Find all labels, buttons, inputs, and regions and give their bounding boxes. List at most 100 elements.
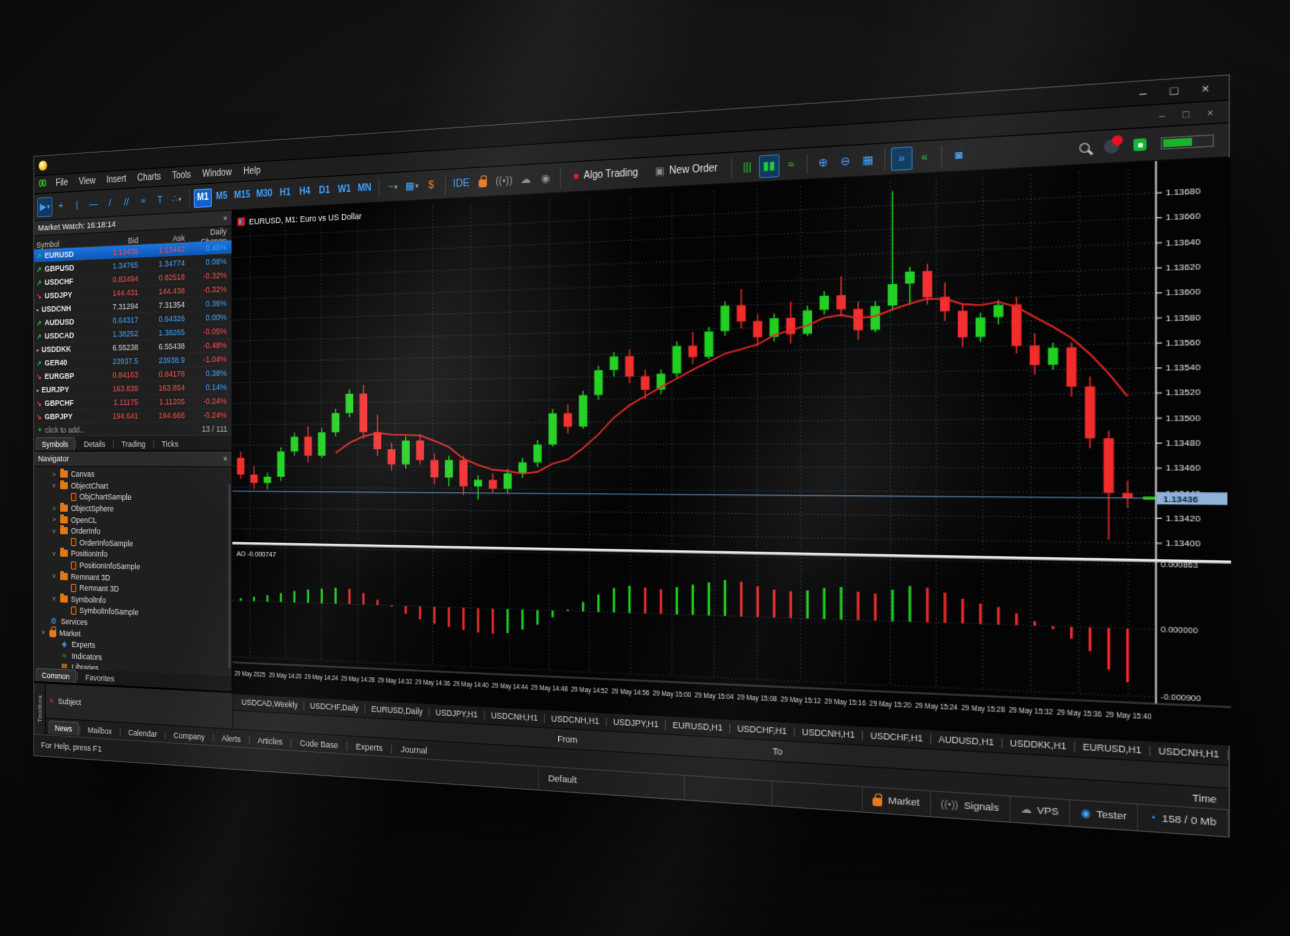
- dropdown-arrow-icon[interactable]: ▾: [179, 195, 182, 203]
- candlestick-chart-icon[interactable]: ▮▮: [758, 153, 780, 178]
- market-watch-close-icon[interactable]: ×: [223, 214, 227, 224]
- tab-details[interactable]: Details: [78, 437, 112, 451]
- subject-column-header[interactable]: Subject: [58, 697, 81, 707]
- bar-chart-icon[interactable]: |||: [737, 155, 757, 179]
- menu-view[interactable]: View: [73, 174, 101, 189]
- menu-window[interactable]: Window: [197, 165, 238, 181]
- chart-tab-13[interactable]: EURUSD,H1: [1076, 741, 1149, 756]
- zoom-out-icon[interactable]: ⊖: [835, 149, 856, 173]
- chart-tab-6[interactable]: USDJPY,H1: [607, 716, 664, 730]
- chart-tab-1[interactable]: USDCHF,Daily: [305, 701, 364, 714]
- screenshot-icon[interactable]: ◙: [947, 142, 969, 167]
- timeframe-m1[interactable]: M1: [193, 187, 212, 208]
- horizontal-line-tool[interactable]: —: [86, 193, 102, 214]
- menu-charts[interactable]: Charts: [132, 170, 167, 186]
- close-button[interactable]: ×: [1190, 77, 1222, 102]
- menu-file[interactable]: File: [50, 176, 73, 191]
- timeframe-h4[interactable]: H4: [295, 182, 314, 202]
- line-chart-icon[interactable]: ≈: [780, 152, 801, 176]
- minimize-button[interactable]: –: [1127, 81, 1158, 105]
- market-watch-add-row[interactable]: + click to add... 13 / 111: [34, 422, 232, 437]
- timeframe-h1[interactable]: H1: [276, 183, 295, 203]
- navigator-close-icon[interactable]: ×: [223, 454, 227, 463]
- toolbox-tab-company[interactable]: Company: [167, 727, 211, 744]
- menu-insert[interactable]: Insert: [101, 172, 132, 188]
- new-order-button[interactable]: ▣ New Order: [647, 157, 726, 184]
- channel-tool[interactable]: //: [118, 192, 134, 213]
- toolbox-tab-articles[interactable]: Articles: [251, 732, 289, 748]
- shift-end-icon[interactable]: »: [890, 145, 913, 171]
- chevron-right-icon[interactable]: >: [51, 504, 57, 512]
- chevron-down-icon[interactable]: v: [51, 572, 57, 580]
- price-chart[interactable]: 29 May 2025 29 May 14:20 29 May 14:24 29 Ma…: [232, 157, 1232, 746]
- chart-objects-icon[interactable]: ▦ ▾: [402, 175, 421, 197]
- chart-tab-12[interactable]: USDDKK,H1: [1003, 737, 1073, 752]
- status-button-vps[interactable]: ☁ VPS: [1010, 796, 1071, 826]
- text-tool[interactable]: T: [152, 190, 168, 211]
- chevron-right-icon[interactable]: >: [51, 470, 57, 478]
- chevron-down-icon[interactable]: v: [51, 481, 57, 489]
- navigator-header[interactable]: Navigator ×: [34, 451, 232, 468]
- toolbox-tab-mailbox[interactable]: Mailbox: [82, 722, 119, 738]
- chart-tab-5[interactable]: USDCNH,H1: [546, 713, 605, 727]
- signals-icon[interactable]: ((•)): [493, 169, 516, 192]
- vps-cloud-icon[interactable]: ☁: [516, 168, 535, 191]
- chart-tab-9[interactable]: USDCNH,H1: [796, 726, 862, 740]
- chart-tab-4[interactable]: USDCNH,H1: [485, 710, 543, 723]
- child-restore-button[interactable]: □: [1175, 108, 1197, 121]
- tab-symbols[interactable]: Symbols: [35, 437, 75, 451]
- metaeditor-ide-icon[interactable]: IDE: [450, 172, 472, 195]
- dropdown-arrow-icon[interactable]: ▾: [415, 182, 418, 190]
- timeframe-w1[interactable]: W1: [335, 180, 354, 200]
- crosshair-tool[interactable]: +: [53, 195, 68, 216]
- status-button-market[interactable]: Market: [863, 787, 931, 817]
- community-search-icon[interactable]: ◉: [536, 167, 555, 190]
- chart-tab-3[interactable]: USDJPY,H1: [430, 707, 483, 720]
- timeframe-m30[interactable]: M30: [254, 184, 275, 204]
- search-icon[interactable]: [1079, 142, 1090, 154]
- toolbox-tab-journal[interactable]: Journal: [394, 741, 435, 758]
- timeframe-d1[interactable]: D1: [315, 181, 334, 201]
- chart-tab-11[interactable]: AUDUSD,H1: [932, 733, 1001, 748]
- shapes-tool[interactable]: ∴ ▾: [169, 189, 185, 210]
- menu-tools[interactable]: Tools: [166, 168, 196, 184]
- chart-tab-14[interactable]: USDCNH,H1: [1151, 745, 1226, 760]
- chart-area[interactable]: 29 May 2025 29 May 14:20 29 May 14:24 29 Ma…: [232, 157, 1232, 746]
- menu-help[interactable]: Help: [238, 164, 267, 180]
- chevron-down-icon[interactable]: v: [51, 549, 57, 557]
- pointer-tool[interactable]: ▶ ▾: [37, 196, 53, 217]
- notifications-icon[interactable]: [1103, 138, 1120, 154]
- community-icon[interactable]: [1133, 138, 1147, 152]
- tile-windows-icon[interactable]: ▦: [857, 148, 878, 173]
- algo-trading-button[interactable]: ■ Algo Trading: [565, 161, 646, 188]
- chart-tab-0[interactable]: USDCAD,Weekly: [237, 697, 303, 710]
- chart-tab-10[interactable]: USDCHF,H1: [864, 730, 929, 744]
- toolbox-tab-alerts[interactable]: Alerts: [215, 730, 247, 746]
- indicators-icon[interactable]: ~ ▾: [384, 176, 402, 198]
- toolbox-close-icon[interactable]: ×: [49, 696, 53, 705]
- dropdown-arrow-icon[interactable]: ▾: [394, 183, 397, 191]
- toolbox-tab-experts[interactable]: Experts: [349, 738, 390, 755]
- toolbox-tab-calendar[interactable]: Calendar: [122, 725, 164, 741]
- zoom-in-icon[interactable]: ⊕: [813, 150, 834, 174]
- trendline-tool[interactable]: /: [102, 193, 118, 214]
- child-close-button[interactable]: ×: [1199, 106, 1221, 119]
- toolbox-tab-news[interactable]: News: [48, 720, 79, 736]
- market-watch-row-gbpjpy[interactable]: ↘ GBPJPY 194.641 194.666 -0.24%: [34, 408, 232, 424]
- restore-button[interactable]: □: [1158, 79, 1189, 104]
- tab-trading[interactable]: Trading: [115, 437, 152, 451]
- chevron-down-icon[interactable]: v: [51, 594, 57, 602]
- timeframe-m15[interactable]: M15: [232, 186, 253, 206]
- timeframe-m5[interactable]: M5: [213, 187, 231, 207]
- chevron-down-icon[interactable]: v: [51, 527, 57, 535]
- status-button-tester[interactable]: ◉ Tester: [1070, 800, 1139, 831]
- chevron-right-icon[interactable]: >: [51, 515, 57, 523]
- chart-tab-7[interactable]: EURUSD,H1: [667, 720, 729, 734]
- chart-tab-2[interactable]: EURUSD,Daily: [366, 704, 428, 717]
- vertical-line-tool[interactable]: |: [69, 194, 84, 215]
- tab-favorites[interactable]: Favorites: [79, 670, 120, 686]
- market-bag-icon[interactable]: [473, 171, 491, 194]
- add-symbol-label[interactable]: click to add...: [45, 425, 85, 434]
- tab-common[interactable]: Common: [35, 667, 76, 684]
- status-button-signals[interactable]: ((•)) Signals: [930, 791, 1011, 822]
